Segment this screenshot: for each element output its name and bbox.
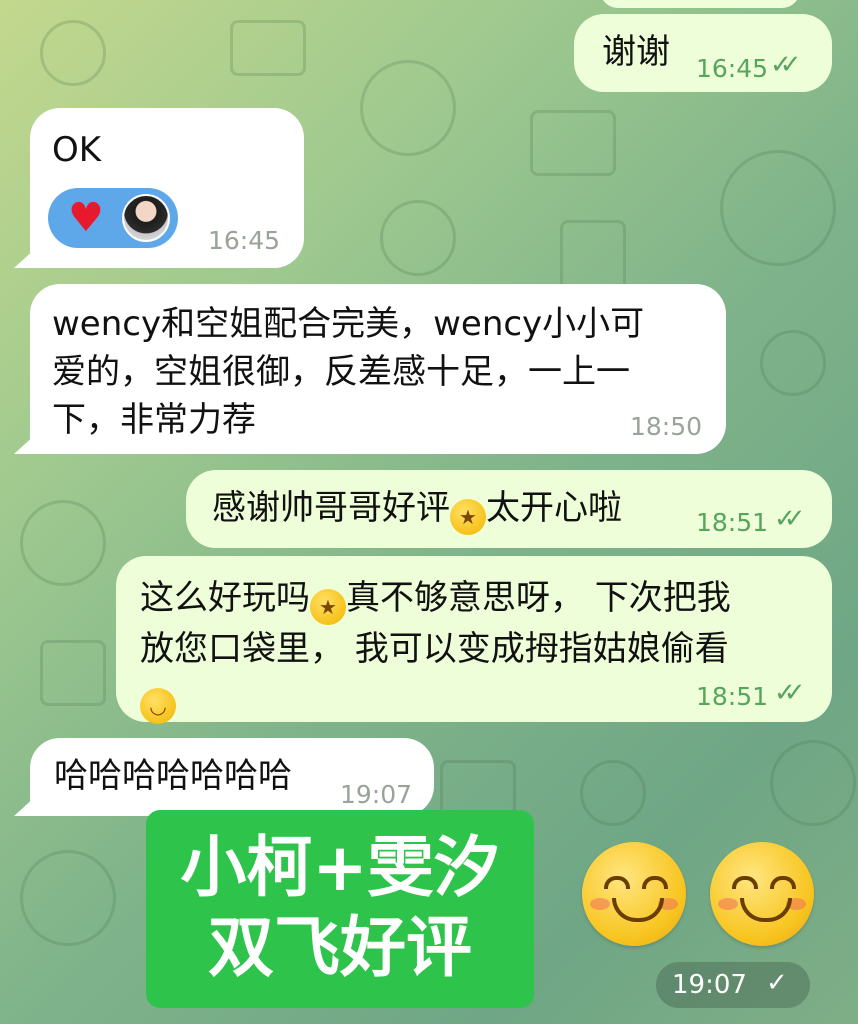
message-text: 谢谢: [602, 32, 670, 72]
message-text: OK: [52, 130, 102, 170]
message-bubble-incoming[interactable]: OK ♥ 16:45: [30, 108, 304, 268]
message-bubble-outgoing[interactable]: 感谢帅哥哥好评 ★ 太开心啦 18:51 ✓✓: [186, 470, 832, 548]
sticker-time-pill: 19:07 ✓: [656, 962, 810, 1008]
message-bubble-incoming[interactable]: 哈哈哈哈哈哈哈 19:07: [30, 738, 434, 816]
message-time: 19:07: [672, 970, 747, 1000]
message-time: 19:07: [340, 780, 413, 809]
smiling-face-icon: [710, 842, 814, 946]
bubble-tail: [14, 796, 36, 816]
sticker-image[interactable]: 小柯+雯汐 双飞好评: [146, 810, 534, 1008]
message-text: 感谢帅哥哥好评 ★ 太开心啦: [212, 484, 622, 535]
message-bubble-incoming[interactable]: wency和空姐配合完美，wency小小可 爱的，空姐很御，反差感十足，一上一 …: [30, 284, 726, 454]
message-time: 16:45: [208, 226, 281, 255]
message-time: 18:51: [696, 508, 769, 537]
smiling-face-icon: [582, 842, 686, 946]
star-struck-icon: ★: [450, 499, 486, 535]
read-checkmarks-icon: ✓✓: [770, 50, 801, 80]
partial-message-bubble: [600, 0, 800, 8]
sticker-line-2: 双飞好评: [208, 909, 472, 986]
sticker-line-1: 小柯+雯汐: [180, 829, 500, 906]
message-time: 16:45: [696, 54, 769, 83]
heart-icon: ♥: [68, 195, 104, 241]
message-bubble-outgoing[interactable]: 这么好玩吗 ★ 真不够意思呀， 下次把我 放您口袋里， 我可以变成拇指姑娘偷看 ◡ …: [116, 556, 832, 724]
bubble-tail: [14, 248, 36, 268]
reaction-pill[interactable]: ♥: [48, 188, 178, 248]
message-bubble-outgoing[interactable]: 谢谢 16:45 ✓✓: [574, 14, 832, 92]
sent-checkmark-icon: ✓: [766, 968, 788, 998]
message-text: wency和空姐配合完美，wency小小可 爱的，空姐很御，反差感十足，一上一 …: [52, 304, 645, 440]
star-struck-icon: ★: [310, 589, 346, 625]
message-text: 哈哈哈哈哈哈哈: [54, 756, 292, 796]
avatar: [122, 194, 170, 242]
message-time: 18:51: [696, 682, 769, 711]
grinning-sweat-icon: ◡: [140, 688, 176, 724]
message-text: 这么好玩吗 ★ 真不够意思呀， 下次把我 放您口袋里， 我可以变成拇指姑娘偷看 ◡: [140, 574, 731, 724]
message-time: 18:50: [630, 412, 703, 441]
bubble-tail: [14, 434, 36, 454]
read-checkmarks-icon: ✓✓: [774, 678, 805, 708]
read-checkmarks-icon: ✓✓: [774, 504, 805, 534]
